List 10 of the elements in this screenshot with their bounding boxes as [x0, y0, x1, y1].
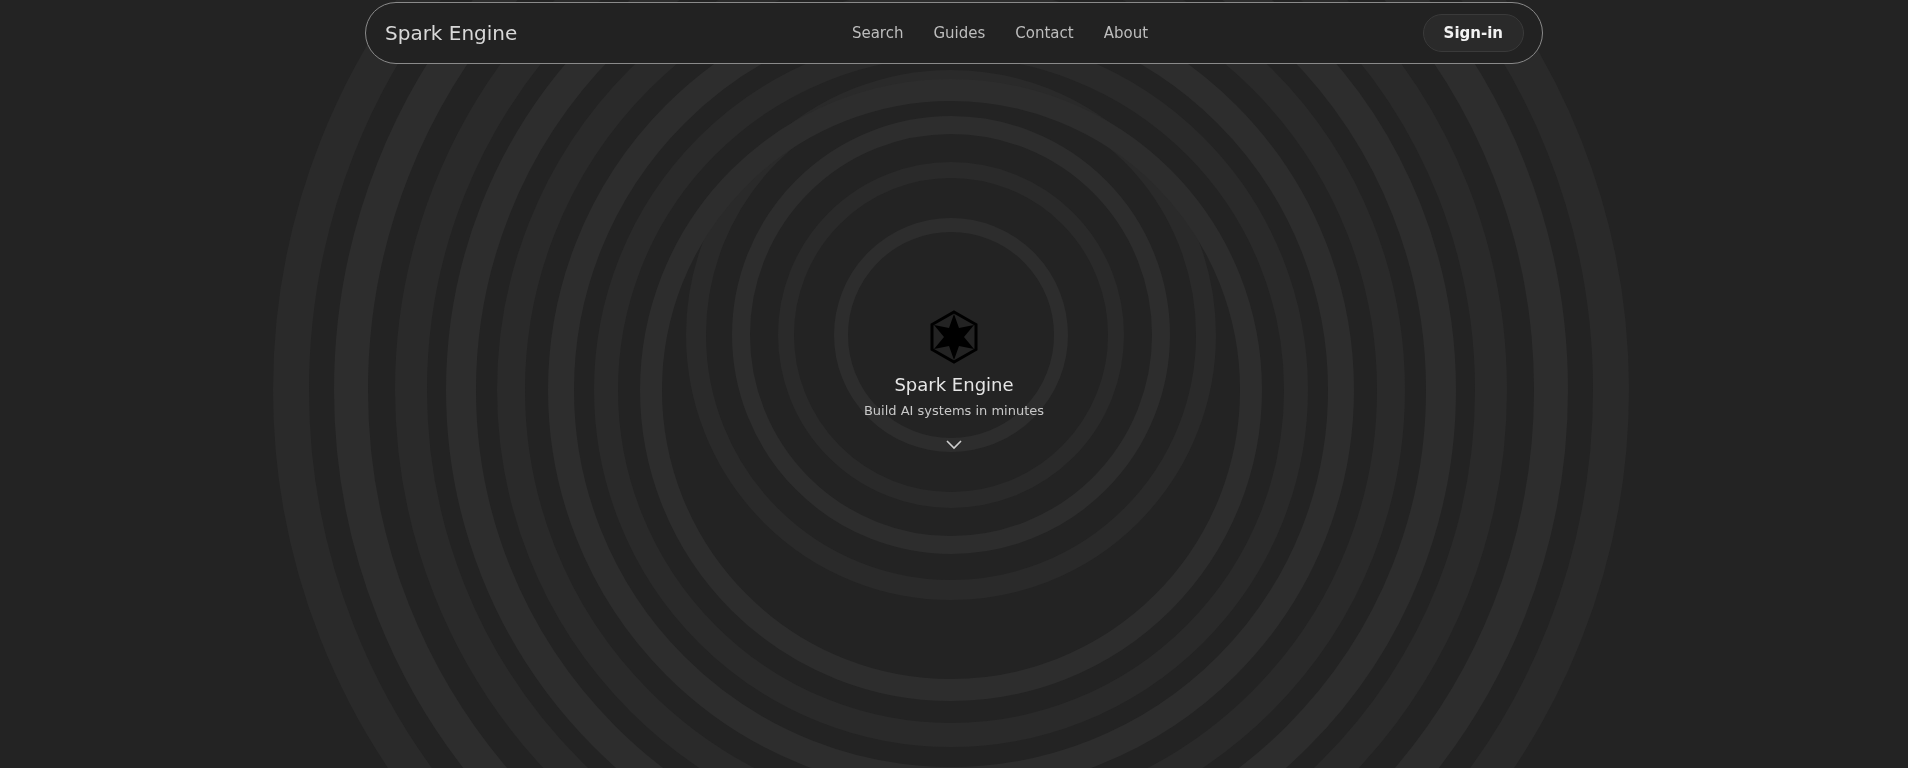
nav-link[interactable]: Contact: [1015, 24, 1074, 42]
hexagon-star-icon: [929, 310, 979, 364]
hero-subtitle: Build AI systems in minutes: [863, 403, 1045, 418]
hero-title: Spark Engine: [894, 374, 1014, 395]
brand-name: Spark Engine: [385, 21, 518, 45]
nav-link[interactable]: Search: [851, 24, 904, 42]
nav-link[interactable]: About: [1103, 24, 1149, 42]
nav-link[interactable]: Guides: [933, 24, 986, 42]
chevron-down-icon[interactable]: [946, 440, 962, 450]
sign-in-button[interactable]: Sign-in: [1422, 14, 1524, 52]
